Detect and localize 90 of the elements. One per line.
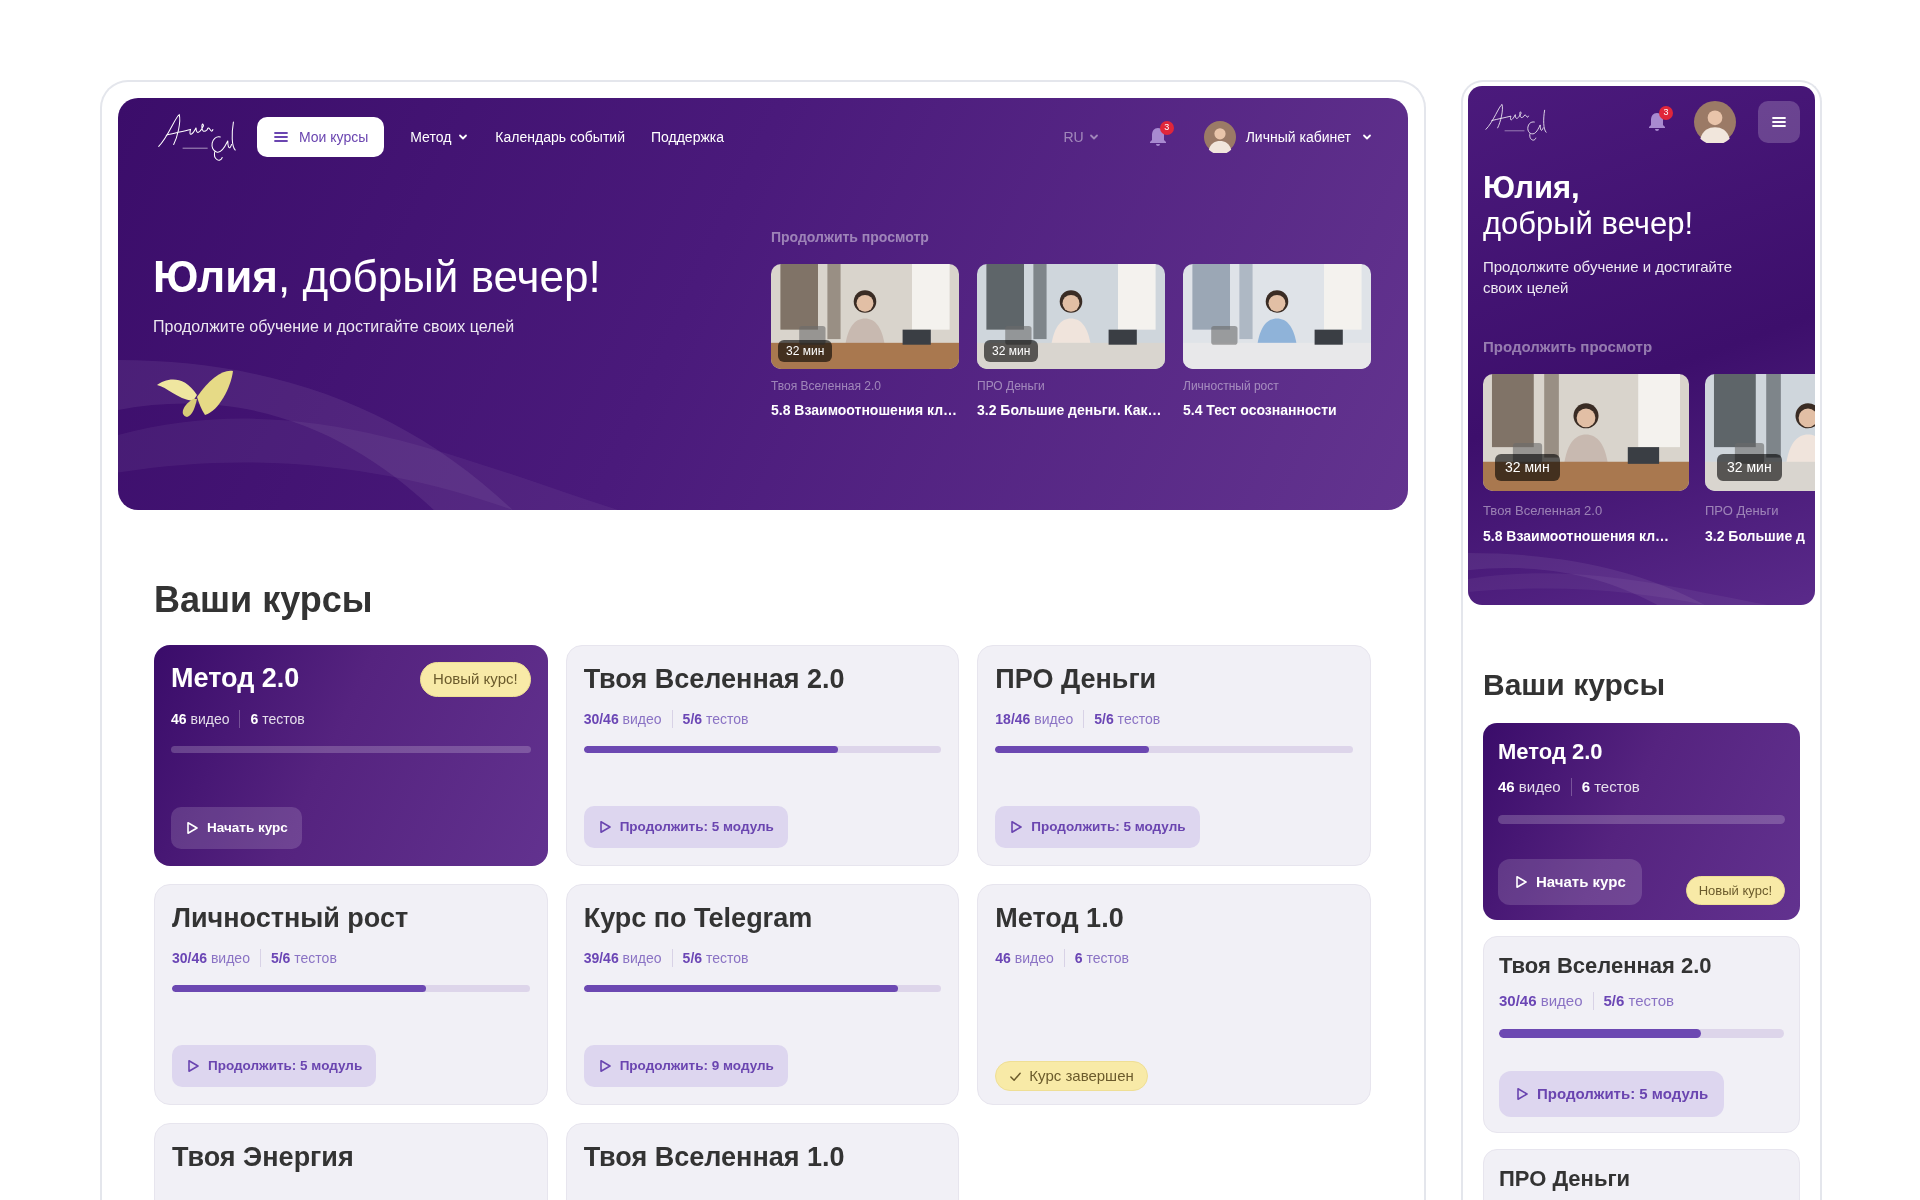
completed-badge: Курс завершен — [995, 1061, 1148, 1091]
test-count: 5/6 тестов — [682, 709, 749, 729]
course-name: Твоя Вселенная 2.0 — [771, 378, 882, 395]
course-title: Личностный рост — [172, 902, 409, 935]
test-count: 5/6 тестов — [1094, 709, 1161, 729]
play-icon — [185, 821, 199, 835]
course-title: Твоя Вселенная 1.0 — [583, 1141, 845, 1174]
duration-badge: 32 мин — [1495, 453, 1560, 481]
course-card[interactable]: ПРО Деньги 18/46 видео 5/6 тестов Продолжить: 5 модуль — [977, 645, 1371, 866]
course-name: ПРО Деньги — [1705, 501, 1780, 520]
lesson-title[interactable]: 3.2 Большие д — [1705, 526, 1815, 547]
course-card[interactable]: Твоя Вселенная 2.0 30/46 видео 5/6 тестов Продолжить: 5 модуль — [1483, 936, 1800, 1133]
video-count: 46 видео — [171, 709, 230, 729]
course-card[interactable]: Метод 2.0 46 видео 6 тестов Начать курс Новый курс! — [1483, 723, 1800, 920]
nav-link[interactable]: Поддержка — [651, 126, 725, 148]
course-action-button[interactable]: Начать курс — [171, 807, 302, 849]
menu-icon — [1771, 114, 1787, 130]
course-name: Твоя Вселенная 2.0 — [1483, 501, 1604, 520]
course-action-button[interactable]: Продолжить: 5 модуль — [172, 1045, 377, 1087]
course-card[interactable]: Метод 1.0 46 видео 6 тестов Курс завершен — [977, 884, 1371, 1105]
course-card[interactable]: Твоя Вселенная 1.0 — [565, 1123, 960, 1200]
nav-link[interactable]: Календарь событий — [495, 126, 625, 148]
nav-link[interactable]: Метод — [410, 126, 470, 148]
course-card[interactable]: ПРО Деньги — [1483, 1149, 1800, 1200]
course-action-button[interactable]: Продолжить: 5 модуль — [1499, 1071, 1725, 1117]
greeting: Юлия, добрый вечер! — [153, 253, 602, 302]
notification-badge: 3 — [1659, 106, 1673, 120]
video-count: 39/46 видео — [583, 948, 662, 968]
course-title: Курс по Telegram — [583, 902, 813, 935]
new-course-badge: Новый курс! — [420, 662, 531, 697]
subtitle: Продолжите обучение и достигайте своих целей — [153, 317, 516, 338]
video-count: 46 видео — [1498, 776, 1561, 797]
video-count: 30/46 видео — [583, 709, 662, 729]
section-label: Продолжить просмотр — [771, 228, 930, 247]
play-icon — [1514, 875, 1528, 889]
greeting: Юлия, добрый вечер! — [1483, 170, 1695, 242]
video-count: 18/46 видео — [995, 709, 1074, 729]
course-action-button[interactable]: Продолжить: 9 модуль — [583, 1045, 788, 1087]
avatar[interactable] — [1203, 121, 1236, 153]
course-title: Твоя Вселенная 2.0 — [583, 663, 845, 696]
play-icon — [1515, 1087, 1529, 1101]
course-action-button[interactable]: Продолжить: 5 модуль — [995, 806, 1200, 848]
section-heading: Ваши курсы — [154, 578, 374, 622]
duration-badge: 32 мин — [1717, 453, 1782, 481]
logo-icon[interactable] — [1483, 100, 1549, 144]
course-action-button[interactable]: Продолжить: 5 модуль — [583, 806, 788, 848]
video-count: 30/46 видео — [1499, 990, 1583, 1011]
video-count: 30/46 видео — [172, 948, 250, 968]
lesson-title[interactable]: 5.4 Тест осознанности — [1183, 400, 1371, 421]
lesson-title[interactable]: 5.8 Взаимоотношения кл… — [1483, 526, 1689, 547]
course-title: Метод 2.0 — [171, 662, 300, 695]
course-title: Метод 1.0 — [995, 902, 1124, 935]
course-card[interactable]: Метод 2.0 Новый курс! 46 видео 6 тестов Начать курс — [154, 645, 548, 866]
course-card[interactable]: Твоя Вселенная 2.0 30/46 видео 5/6 тестов Продолжить: 5 модуль — [565, 645, 960, 866]
menu-icon — [273, 129, 289, 145]
play-icon — [1009, 820, 1024, 834]
lesson-title[interactable]: 5.8 Взаимоотношения кл… — [771, 400, 959, 421]
menu-button[interactable]: Мои курсы — [257, 117, 385, 157]
video-count: 46 видео — [995, 948, 1054, 968]
test-count: 5/6 тестов — [1603, 990, 1675, 1011]
new-course-badge: Новый курс! — [1685, 875, 1785, 905]
course-title: Твоя Энергия — [172, 1141, 354, 1174]
test-count: 6 тестов — [1074, 948, 1129, 968]
course-title: Метод 2.0 — [1498, 738, 1603, 766]
account-menu[interactable]: Личный кабинет — [1203, 121, 1373, 153]
menu-button[interactable] — [1758, 101, 1800, 143]
course-name: Личностный рост — [1183, 378, 1280, 395]
play-icon — [186, 1059, 200, 1073]
subtitle: Продолжите обучение и достигайте своих целей — [1483, 257, 1733, 298]
test-count: 5/6 тестов — [682, 948, 749, 968]
test-count: 5/6 тестов — [270, 948, 337, 968]
play-icon — [597, 820, 612, 834]
course-action-button[interactable]: Начать курс — [1498, 859, 1642, 905]
test-count: 6 тестов — [250, 709, 305, 729]
course-card[interactable]: Твоя Энергия — [154, 1123, 548, 1200]
lesson-title[interactable]: 3.2 Большие деньги. Как… — [977, 400, 1165, 421]
section-heading: Ваши курсы — [1483, 667, 1667, 703]
course-name: ПРО Деньги — [977, 378, 1046, 395]
notification-badge: 3 — [1159, 121, 1174, 135]
duration-badge: 32 мин — [778, 340, 833, 362]
course-card[interactable]: Личностный рост 30/46 видео 5/6 тестов Продолжить: 5 модуль — [154, 884, 548, 1105]
course-title: ПРО Деньги — [995, 663, 1157, 696]
play-icon — [597, 1059, 612, 1073]
duration-badge: 32 мин — [984, 340, 1039, 362]
course-card[interactable]: Курс по Telegram 39/46 видео 5/6 тестов Продолжить: 9 модуль — [565, 884, 960, 1105]
section-label: Продолжить просмотр — [1483, 337, 1654, 357]
avatar[interactable] — [1694, 101, 1736, 143]
course-title: ПРО Деньги — [1499, 1165, 1631, 1193]
test-count: 6 тестов — [1581, 776, 1640, 797]
course-title: Твоя Вселенная 2.0 — [1499, 952, 1712, 980]
